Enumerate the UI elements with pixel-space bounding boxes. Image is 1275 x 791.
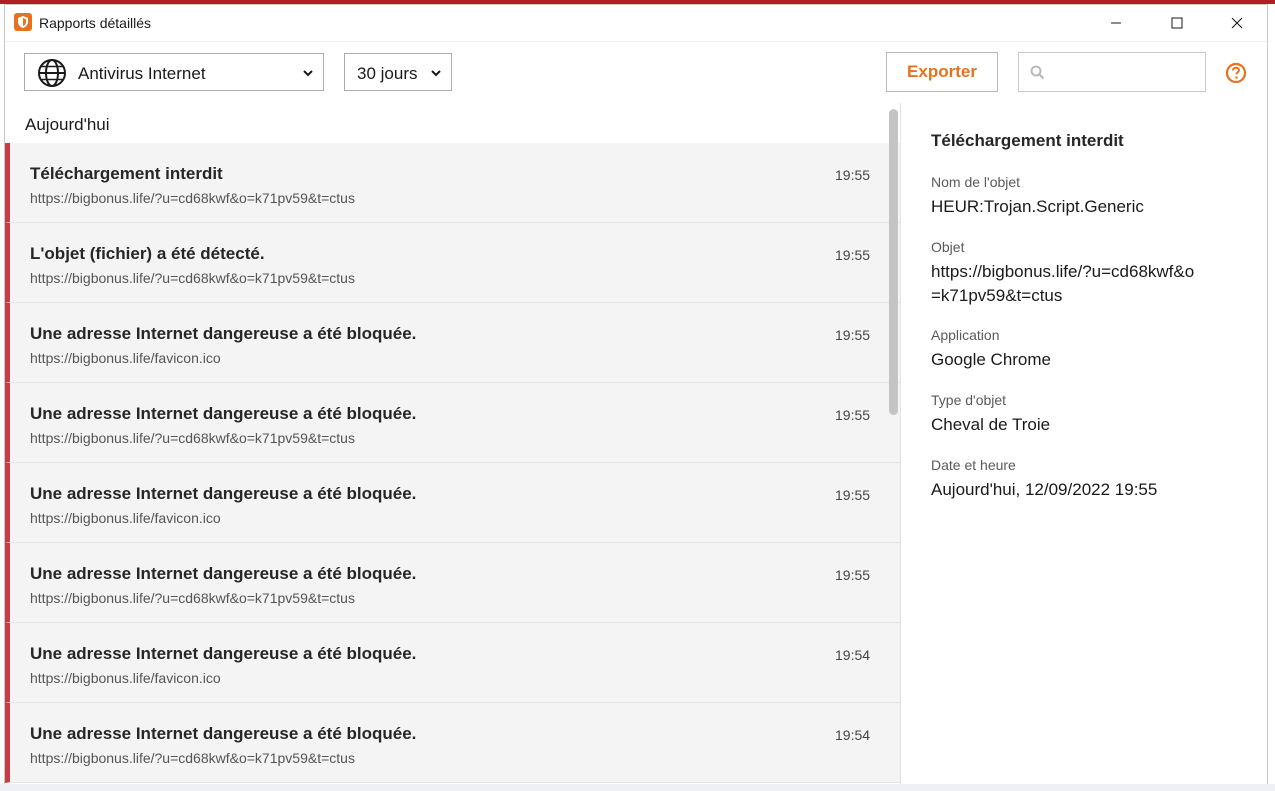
detail-label: Application (931, 327, 1000, 343)
event-time: 19:55 (835, 487, 871, 503)
event-url: https://bigbonus.life/?u=cd68kwf&o=k71pv… (30, 590, 355, 606)
list-item[interactable]: Une adresse Internet dangereuse a été bl… (5, 303, 900, 383)
event-time: 19:55 (835, 567, 871, 583)
maximize-button[interactable] (1152, 5, 1202, 41)
scrollbar-thumb[interactable] (889, 109, 898, 415)
event-title: L'objet (fichier) a été détecté. (30, 244, 265, 263)
detail-value: HEUR:Trojan.Script.Generic (931, 197, 1144, 216)
group-label: Aujourd'hui (25, 115, 110, 134)
event-rows: Téléchargement interdit https://bigbonus… (5, 143, 900, 783)
event-time: 19:54 (835, 647, 871, 663)
minimize-icon (1111, 22, 1121, 24)
detail-label: Date et heure (931, 457, 1016, 473)
search-box (1018, 52, 1206, 92)
event-time: 19:55 (835, 407, 871, 423)
event-url: https://bigbonus.life/?u=cd68kwf&o=k71pv… (30, 190, 355, 206)
details-pane: Téléchargement interdit Nom de l'objet H… (901, 103, 1267, 785)
event-time: 19:55 (835, 327, 871, 343)
search-icon (1030, 65, 1045, 80)
list-item[interactable]: Une adresse Internet dangereuse a été bl… (5, 543, 900, 623)
chevron-down-icon (303, 70, 313, 77)
group-header: Aujourd'hui (5, 103, 885, 144)
component-dropdown[interactable]: Antivirus Internet (24, 53, 324, 91)
detail-label: Nom de l'objet (931, 174, 1021, 190)
details-title: Téléchargement interdit (931, 131, 1124, 150)
detail-value: Google Chrome (931, 350, 1052, 369)
list-scrollbar[interactable] (888, 103, 900, 785)
close-icon (1231, 17, 1243, 29)
detail-object-type: Type d'objet Cheval de Troie (931, 391, 1251, 437)
period-dropdown-value: 30 jours (357, 64, 418, 83)
toolbar: Antivirus Internet 30 jours Exporter (5, 41, 1267, 105)
list-item[interactable]: Une adresse Internet dangereuse a été bl… (5, 383, 900, 463)
detail-date-time: Date et heure Aujourd'hui, 12/09/2022 19… (931, 456, 1251, 502)
search-input[interactable] (1053, 61, 1202, 85)
event-title: Une adresse Internet dangereuse a été bl… (30, 404, 417, 423)
minimize-button[interactable] (1091, 5, 1141, 41)
list-item[interactable]: Une adresse Internet dangereuse a été bl… (5, 623, 900, 703)
list-item[interactable]: Téléchargement interdit https://bigbonus… (5, 143, 900, 223)
event-url: https://bigbonus.life/?u=cd68kwf&o=k71pv… (30, 430, 355, 446)
title-bar: Rapports détaillés (5, 5, 1267, 41)
detail-label: Objet (931, 239, 965, 255)
event-url: https://bigbonus.life/?u=cd68kwf&o=k71pv… (30, 270, 355, 286)
detail-object: Objet https://bigbonus.life/?u=cd68kwf&o… (931, 238, 1201, 308)
event-url: https://bigbonus.life/?u=cd68kwf&o=k71pv… (30, 750, 355, 766)
globe-icon (38, 59, 66, 87)
maximize-icon (1171, 17, 1183, 29)
detail-value: Aujourd'hui, 12/09/2022 19:55 (931, 480, 1158, 499)
event-title: Une adresse Internet dangereuse a été bl… (30, 324, 417, 343)
window-title: Rapports détaillés (39, 15, 152, 31)
event-url: https://bigbonus.life/favicon.ico (30, 350, 221, 366)
event-time: 19:54 (835, 727, 871, 743)
desktop-background-bottom (0, 784, 1275, 791)
event-title: Une adresse Internet dangereuse a été bl… (30, 644, 417, 663)
list-item[interactable]: Une adresse Internet dangereuse a été bl… (5, 463, 900, 543)
export-button[interactable]: Exporter (886, 52, 998, 92)
event-url: https://bigbonus.life/favicon.ico (30, 510, 221, 526)
event-title: Téléchargement interdit (30, 164, 223, 183)
detail-value: Cheval de Troie (931, 415, 1051, 434)
event-list: Aujourd'hui Téléchargement interdit http… (5, 103, 900, 785)
event-time: 19:55 (835, 167, 871, 183)
help-circle-icon[interactable] (1225, 62, 1247, 84)
chevron-down-icon (431, 70, 441, 77)
event-title: Une adresse Internet dangereuse a été bl… (30, 484, 417, 503)
list-item[interactable]: Une adresse Internet dangereuse a été bl… (5, 703, 900, 783)
report-window: Rapports détaillés Antivirus Internet 30… (4, 4, 1268, 786)
shield-app-icon (14, 13, 32, 31)
event-url: https://bigbonus.life/favicon.ico (30, 670, 221, 686)
event-title: Une adresse Internet dangereuse a été bl… (30, 724, 417, 743)
detail-value: https://bigbonus.life/?u=cd68kwf&o=k71pv… (931, 262, 1195, 305)
period-dropdown[interactable]: 30 jours (344, 53, 452, 91)
event-time: 19:55 (835, 247, 871, 263)
detail-label: Type d'objet (931, 392, 1007, 408)
close-button[interactable] (1212, 5, 1262, 41)
detail-object-name: Nom de l'objet HEUR:Trojan.Script.Generi… (931, 173, 1251, 219)
detail-application: Application Google Chrome (931, 326, 1251, 372)
event-title: Une adresse Internet dangereuse a été bl… (30, 564, 417, 583)
list-item[interactable]: L'objet (fichier) a été détecté. https:/… (5, 223, 900, 303)
component-dropdown-value: Antivirus Internet (78, 64, 206, 83)
